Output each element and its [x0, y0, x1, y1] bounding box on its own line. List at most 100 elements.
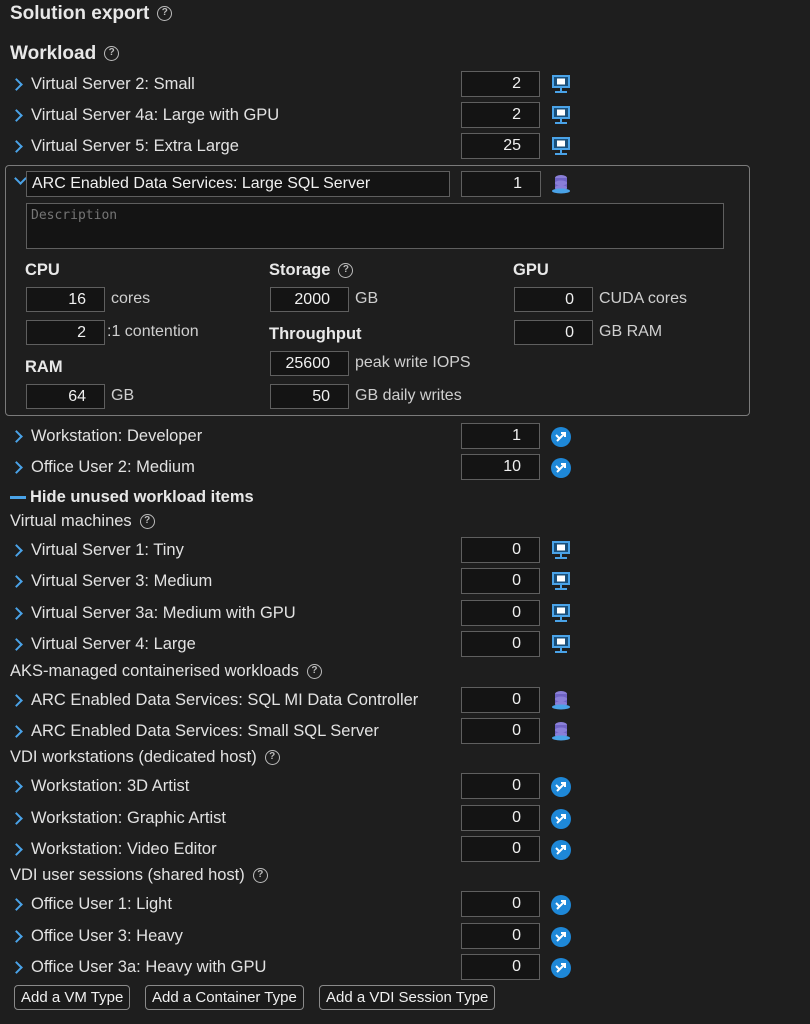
workload-item[interactable]: Workstation: Graphic Artist — [10, 805, 226, 831]
cuda-unit: CUDA cores — [599, 290, 688, 307]
chevron-right-icon[interactable] — [10, 108, 23, 122]
minus-icon — [10, 496, 26, 499]
workload-item[interactable]: Office User 2: Medium — [10, 454, 195, 480]
workload-item-label: Workstation: Developer — [31, 426, 203, 445]
chevron-right-icon[interactable] — [10, 779, 23, 793]
cuda-input[interactable]: 0 — [514, 287, 593, 312]
workload-item[interactable]: Virtual Server 1: Tiny — [10, 537, 184, 563]
monitor-icon — [549, 569, 573, 593]
workload-count-input[interactable]: 0 — [461, 836, 540, 862]
workload-name-input[interactable]: ARC Enabled Data Services: Large SQL Ser… — [26, 171, 450, 197]
workload-count-input[interactable]: 2 — [461, 71, 540, 97]
add-vm-type-button[interactable]: Add a VM Type — [14, 985, 131, 1010]
workload-count-input[interactable]: 0 — [461, 891, 540, 917]
help-icon[interactable]: ? — [306, 664, 322, 680]
workload-item[interactable]: Office User 1: Light — [10, 891, 172, 917]
workload-count-input[interactable]: 2 — [461, 102, 540, 128]
workload-count-input[interactable]: 0 — [461, 923, 540, 949]
add-vdi-session-type-button[interactable]: Add a VDI Session Type — [319, 985, 496, 1010]
storage-heading: Storage? — [269, 261, 354, 280]
workload-item[interactable]: Virtual Server 3: Medium — [10, 568, 212, 594]
chevron-right-icon[interactable] — [10, 77, 23, 91]
workload-title: Workload? — [10, 43, 120, 65]
workload-item[interactable]: Office User 3: Heavy — [10, 923, 183, 949]
workload-count-input[interactable]: 10 — [461, 454, 540, 480]
workload-item[interactable]: ARC Enabled Data Services: SQL MI Data C… — [10, 687, 418, 713]
workload-count-input[interactable]: 1 — [461, 423, 540, 449]
help-icon[interactable]: ? — [264, 750, 280, 766]
chevron-right-icon[interactable] — [10, 842, 23, 856]
workload-count-input[interactable]: 25 — [461, 133, 540, 159]
cpu-contention-input[interactable]: 2 — [26, 320, 105, 345]
workload-count-input[interactable]: 0 — [461, 773, 540, 799]
ram-unit: GB — [111, 387, 135, 404]
help-icon[interactable]: ? — [139, 514, 155, 530]
chevron-right-icon[interactable] — [10, 139, 23, 153]
chevron-right-icon[interactable] — [10, 606, 23, 620]
chevron-right-icon[interactable] — [10, 929, 23, 943]
remote-desktop-icon — [549, 425, 573, 449]
chevron-right-icon[interactable] — [10, 574, 23, 588]
workload-count-input[interactable]: 1 — [461, 171, 541, 197]
chevron-right-icon[interactable] — [10, 897, 23, 911]
workload-count-input[interactable]: 0 — [461, 568, 540, 594]
database-icon — [549, 172, 573, 196]
storage-unit: GB — [355, 290, 379, 307]
iops-input[interactable]: 25600 — [270, 351, 349, 376]
workload-item-label: Virtual Server 1: Tiny — [31, 540, 184, 559]
workload-item-label: ARC Enabled Data Services: Small SQL Ser… — [31, 721, 379, 740]
workload-item-label: Virtual Server 3: Medium — [31, 571, 213, 590]
workload-item[interactable]: Office User 3a: Heavy with GPU — [10, 954, 266, 980]
workload-item-label: ARC Enabled Data Services: SQL MI Data C… — [31, 690, 419, 709]
chevron-right-icon[interactable] — [10, 543, 23, 557]
workload-count-input[interactable]: 0 — [461, 537, 540, 563]
workload-item[interactable]: Workstation: Developer — [10, 423, 202, 449]
workload-item-label: Virtual Server 4a: Large with GPU — [31, 105, 280, 124]
workload-item[interactable]: Virtual Server 4: Large — [10, 631, 196, 657]
workload-count-input[interactable]: 0 — [461, 631, 540, 657]
chevron-right-icon[interactable] — [10, 460, 23, 474]
description-input[interactable] — [26, 203, 724, 249]
hide-unused-toggle[interactable]: Hide unused workload items — [10, 488, 254, 507]
workload-item[interactable]: Virtual Server 5: Extra Large — [10, 133, 239, 159]
workload-item-label: Virtual Server 5: Extra Large — [31, 136, 239, 155]
monitor-icon — [549, 103, 573, 127]
workload-item[interactable]: Virtual Server 3a: Medium with GPU — [10, 600, 296, 626]
chevron-right-icon[interactable] — [10, 811, 23, 825]
chevron-right-icon[interactable] — [10, 724, 23, 738]
storage-input[interactable]: 2000 — [270, 287, 349, 312]
section-title: VDI workstations (dedicated host) — [10, 748, 257, 766]
workload-item[interactable]: ARC Enabled Data Services: Small SQL Ser… — [10, 718, 379, 744]
workload-count-input[interactable]: 0 — [461, 954, 540, 980]
help-icon[interactable]: ? — [338, 263, 354, 279]
help-icon[interactable]: ? — [104, 46, 120, 62]
chevron-right-icon[interactable] — [10, 637, 23, 651]
daily-writes-input[interactable]: 50 — [270, 384, 349, 409]
chevron-down-icon[interactable] — [14, 172, 27, 185]
workload-count-input[interactable]: 0 — [461, 718, 540, 744]
ram-input[interactable]: 64 — [26, 384, 105, 409]
workload-item[interactable]: Virtual Server 4a: Large with GPU — [10, 102, 279, 128]
workload-count-input[interactable]: 0 — [461, 600, 540, 626]
section-title: Virtual machines — [10, 512, 132, 530]
workload-item[interactable]: Virtual Server 2: Small — [10, 71, 195, 97]
workload-item-label: Virtual Server 2: Small — [31, 74, 195, 93]
cpu-cores-input[interactable]: 16 — [26, 287, 105, 312]
help-icon[interactable]: ? — [157, 6, 173, 22]
workload-detail-card: ARC Enabled Data Services: Large SQL Ser… — [5, 165, 750, 416]
workload-count-input[interactable]: 0 — [461, 805, 540, 831]
monitor-icon — [549, 72, 573, 96]
workload-item-label: Office User 3: Heavy — [31, 926, 183, 945]
workload-item[interactable]: Workstation: Video Editor — [10, 836, 217, 862]
workload-item[interactable]: Workstation: 3D Artist — [10, 773, 189, 799]
gpu-ram-input[interactable]: 0 — [514, 320, 593, 345]
add-container-type-button[interactable]: Add a Container Type — [145, 985, 304, 1010]
workload-item-label: Office User 2: Medium — [31, 457, 195, 476]
chevron-right-icon[interactable] — [10, 960, 23, 974]
help-icon[interactable]: ? — [252, 868, 268, 884]
workload-item-label: Workstation: Video Editor — [31, 839, 217, 858]
chevron-right-icon[interactable] — [10, 693, 23, 707]
chevron-right-icon[interactable] — [10, 429, 23, 443]
workload-item-label: Office User 3a: Heavy with GPU — [31, 957, 267, 976]
workload-count-input[interactable]: 0 — [461, 687, 540, 713]
